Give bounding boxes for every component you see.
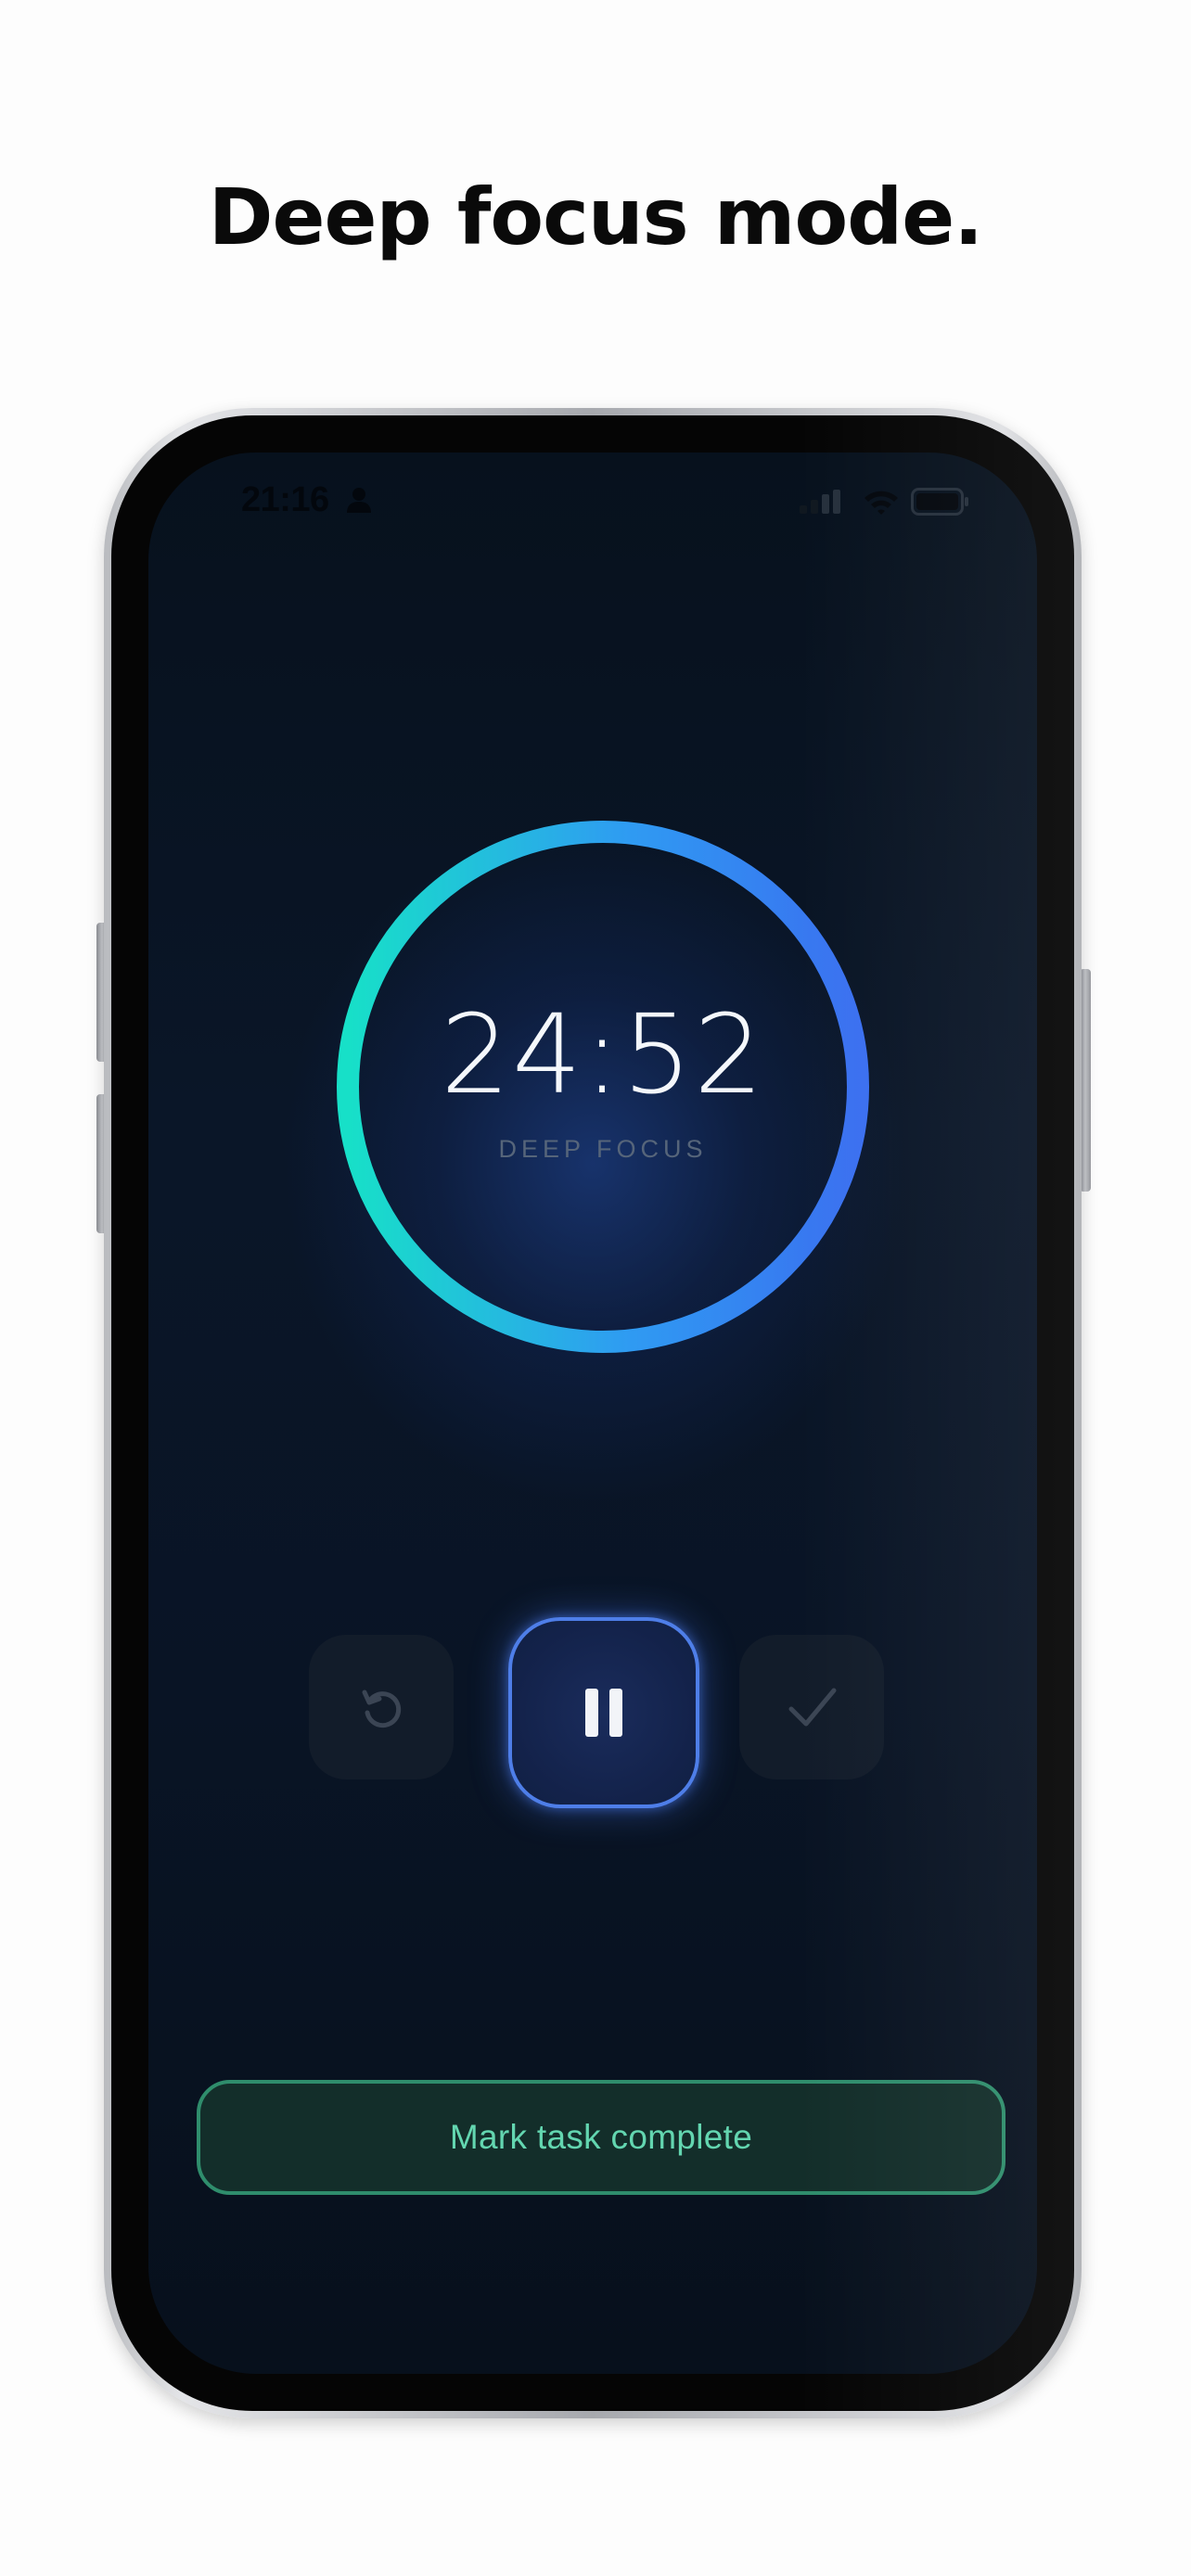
pause-icon bbox=[609, 1689, 622, 1737]
phone-frame: 21:16 24:52 DEEP FOCUS Mark task complet… bbox=[104, 408, 1082, 2418]
status-bar: 21:16 bbox=[148, 453, 1037, 545]
status-time: 21:16 bbox=[241, 480, 329, 519]
person-icon bbox=[347, 488, 371, 513]
timer-label: DEEP FOCUS bbox=[498, 1135, 708, 1163]
signal-icon bbox=[800, 490, 840, 514]
phone-bezel: 21:16 24:52 DEEP FOCUS Mark task complet… bbox=[111, 415, 1074, 2411]
reset-icon bbox=[362, 1690, 402, 1728]
timer-ring: 24:52 DEEP FOCUS bbox=[334, 818, 872, 1356]
battery-icon bbox=[911, 488, 968, 516]
wifi-icon bbox=[864, 491, 898, 515]
mark-complete-button[interactable]: Mark task complete bbox=[197, 2080, 1005, 2195]
mark-complete-label: Mark task complete bbox=[449, 2118, 753, 2156]
reset-button[interactable] bbox=[309, 1635, 454, 1779]
app-screen: 21:16 24:52 DEEP FOCUS Mark task complet… bbox=[148, 453, 1037, 2374]
headline: Deep focus mode. bbox=[208, 172, 983, 262]
timer-value: 24:52 bbox=[440, 990, 766, 1118]
pause-button[interactable] bbox=[508, 1617, 699, 1808]
done-button[interactable] bbox=[739, 1635, 884, 1779]
checkmark-icon bbox=[788, 1688, 837, 1727]
pause-icon bbox=[585, 1689, 598, 1737]
